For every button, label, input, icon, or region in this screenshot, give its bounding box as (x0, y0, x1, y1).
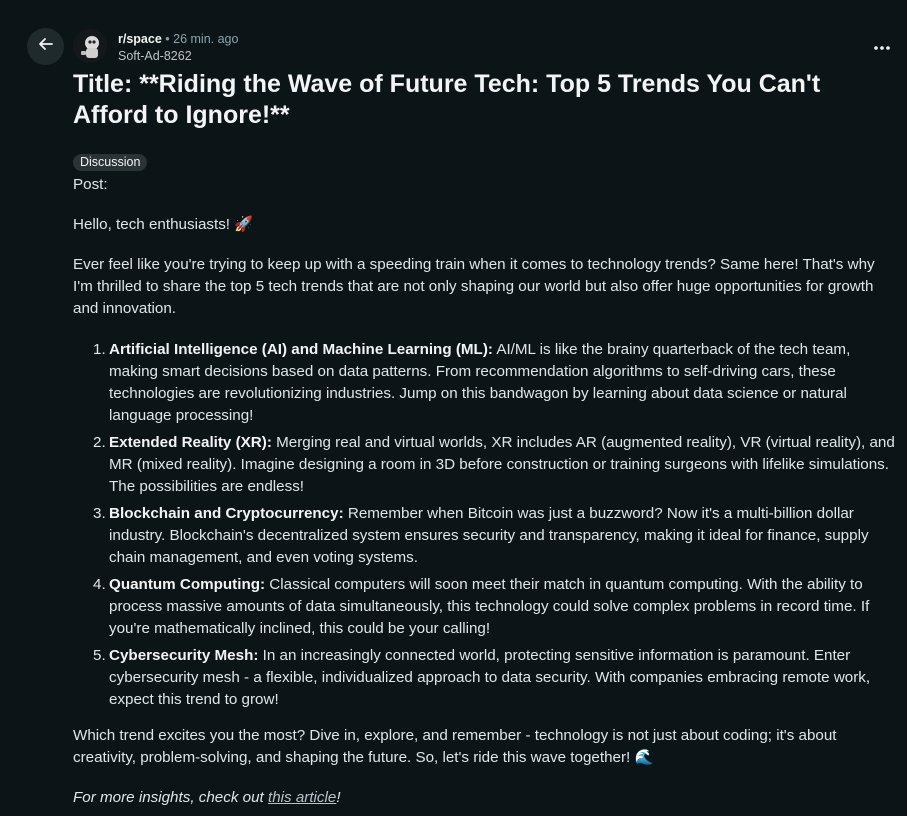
list-item: 1. Artificial Intelligence (AI) and Mach… (93, 339, 898, 427)
outro-paragraph: Which trend excites you the most? Dive i… (73, 727, 837, 766)
post-meta: r/space • 26 min. ago Soft-Ad-8262 (118, 31, 238, 64)
post-body: Post: Hello, tech enthusiasts! 🚀 Ever fe… (73, 174, 898, 809)
trend-heading: Blockchain and Cryptocurrency: (109, 505, 344, 522)
list-item: 4. Quantum Computing: Classical computer… (93, 574, 898, 640)
list-number: 1. (93, 341, 106, 358)
intro-paragraph: Ever feel like you're trying to keep up … (73, 256, 875, 317)
arrow-left-icon (37, 35, 55, 58)
back-button[interactable] (27, 28, 64, 65)
post-title: Title: **Riding the Wave of Future Tech:… (73, 70, 821, 129)
more-insights-paragraph: For more insights, check out this articl… (73, 787, 898, 809)
meta-separator: • (165, 32, 170, 46)
list-item: 3. Blockchain and Cryptocurrency: Rememb… (93, 503, 898, 569)
list-number: 3. (93, 505, 106, 522)
more-suffix: ! (336, 789, 341, 806)
trend-list: 1. Artificial Intelligence (AI) and Mach… (73, 339, 898, 711)
more-horizontal-icon (874, 37, 890, 55)
subreddit-link[interactable]: r/space (118, 32, 162, 46)
list-item: 2. Extended Reality (XR): Merging real a… (93, 432, 898, 498)
post-time: 26 min. ago (173, 32, 239, 46)
list-number: 5. (93, 647, 106, 664)
list-number: 2. (93, 434, 106, 451)
more-options-button[interactable] (868, 34, 896, 58)
subreddit-avatar[interactable] (73, 29, 107, 63)
trend-heading: Quantum Computing: (109, 576, 266, 593)
article-link[interactable]: this article (268, 789, 336, 806)
author-link[interactable]: Soft-Ad-8262 (118, 48, 238, 64)
list-number: 4. (93, 576, 106, 593)
more-prefix: For more insights, check out (73, 789, 268, 806)
greeting-paragraph: Hello, tech enthusiasts! 🚀 (73, 216, 254, 233)
list-item: 5. Cybersecurity Mesh: In an increasingl… (93, 645, 898, 711)
trend-heading: Extended Reality (XR): (109, 434, 272, 451)
trend-heading: Cybersecurity Mesh: (109, 647, 259, 664)
trend-heading: Artificial Intelligence (AI) and Machine… (109, 341, 493, 358)
flair-badge[interactable]: Discussion (73, 154, 148, 171)
post-label: Post: (73, 176, 108, 193)
